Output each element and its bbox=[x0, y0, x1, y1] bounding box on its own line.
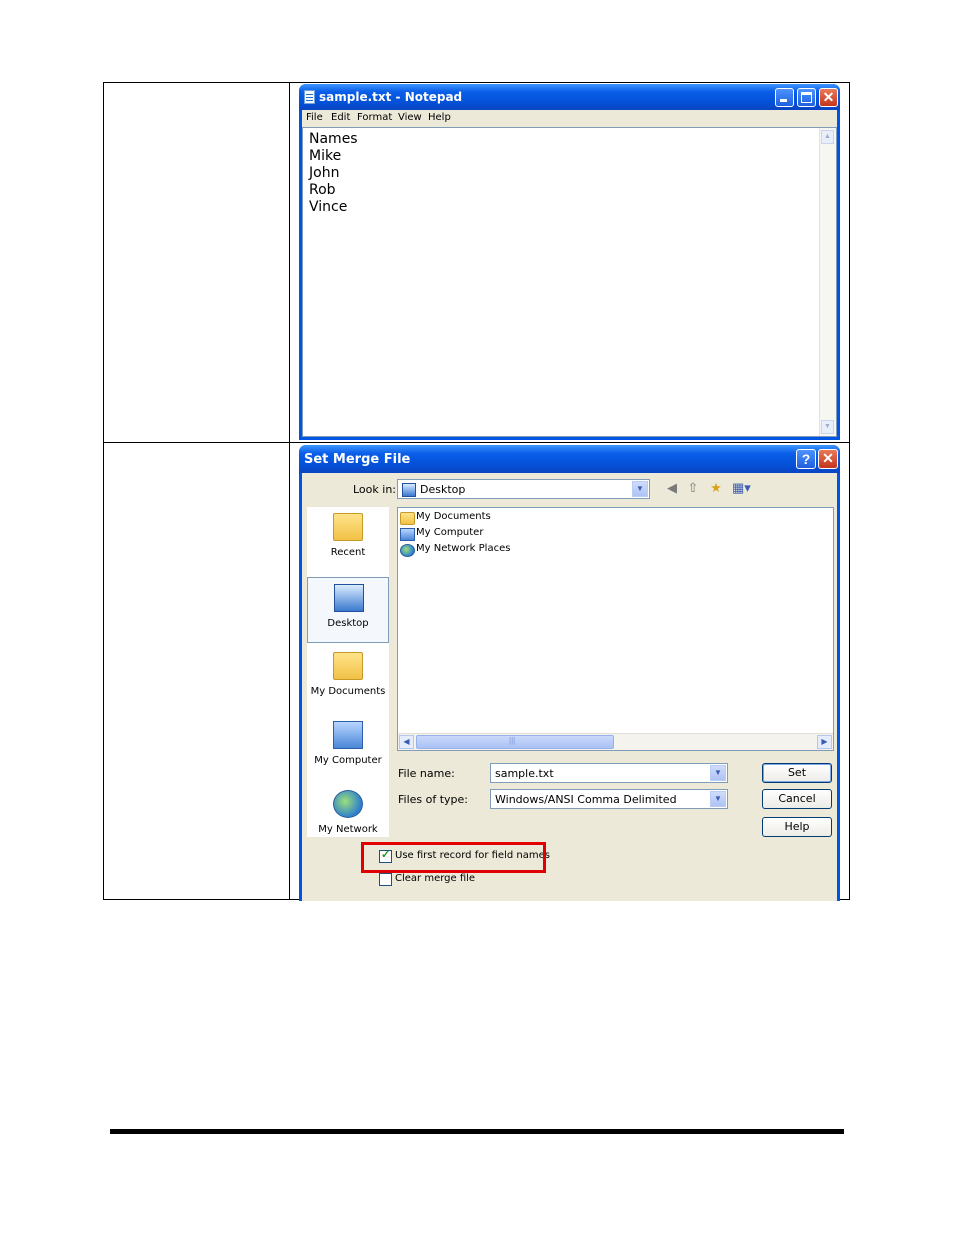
menu-file[interactable]: File bbox=[306, 112, 323, 123]
place-my-computer[interactable]: My Computer bbox=[307, 715, 389, 781]
files-of-type-dropdown[interactable]: Windows/ANSI Comma Delimited ▼ bbox=[490, 789, 728, 809]
notepad-titlebar[interactable]: sample.txt - Notepad ✕ bbox=[299, 84, 840, 110]
maximize-icon bbox=[801, 92, 812, 103]
place-label: My Computer bbox=[314, 755, 382, 766]
menu-format[interactable]: Format bbox=[357, 112, 392, 123]
new-folder-icon[interactable]: ★ bbox=[707, 479, 725, 497]
menu-help[interactable]: Help bbox=[428, 112, 451, 123]
table-column-divider bbox=[289, 83, 290, 899]
dialog-close-button[interactable]: ✕ bbox=[818, 449, 838, 469]
set-merge-file-dialog: Set Merge File ? ✕ Look in: Desktop ▼ ◀ … bbox=[299, 445, 840, 901]
file-name-label: File name: bbox=[398, 767, 455, 780]
help-caption-button[interactable]: ? bbox=[796, 449, 816, 469]
maximize-button[interactable] bbox=[797, 88, 816, 107]
text-line: Vince bbox=[309, 199, 348, 215]
computer-icon bbox=[400, 528, 415, 541]
close-icon: ✕ bbox=[822, 450, 834, 466]
clear-merge-file-checkbox[interactable] bbox=[379, 873, 392, 886]
desktop-icon bbox=[334, 584, 364, 612]
vertical-scrollbar[interactable]: ▲ ▼ bbox=[819, 128, 836, 436]
look-in-value: Desktop bbox=[420, 483, 466, 496]
chevron-down-icon[interactable]: ▼ bbox=[710, 791, 726, 807]
scroll-left-icon[interactable]: ◀ bbox=[399, 735, 414, 749]
place-label: Desktop bbox=[327, 618, 369, 629]
notepad-window: sample.txt - Notepad ✕ File Edit Format … bbox=[299, 84, 840, 440]
notepad-text-area[interactable]: Names Mike John Rob Vince ▲ ▼ bbox=[302, 127, 837, 437]
place-recent[interactable]: Recent bbox=[307, 507, 389, 573]
menu-edit[interactable]: Edit bbox=[331, 112, 350, 123]
close-icon: ✕ bbox=[822, 89, 835, 105]
place-my-network[interactable]: My Network bbox=[307, 784, 389, 850]
file-name: My Network Places bbox=[416, 543, 511, 554]
file-name-input[interactable]: sample.txt ▼ bbox=[490, 763, 728, 783]
question-icon: ? bbox=[801, 451, 811, 467]
file-name: My Documents bbox=[416, 511, 491, 522]
notepad-icon bbox=[304, 90, 315, 104]
network-icon bbox=[400, 544, 415, 557]
place-label: Recent bbox=[330, 547, 366, 558]
places-bar: Recent Desktop My Documents My Computer … bbox=[307, 507, 389, 837]
notepad-text: Names Mike John Rob Vince bbox=[309, 131, 358, 216]
text-line: Names bbox=[309, 131, 358, 147]
file-list[interactable]: My Documents My Computer My Network Plac… bbox=[397, 507, 834, 751]
view-menu-icon[interactable]: ▦▾ bbox=[732, 479, 751, 497]
my-computer-icon bbox=[333, 721, 363, 749]
horizontal-scrollbar[interactable]: ◀ ▶ bbox=[398, 733, 833, 750]
text-line: John bbox=[309, 165, 340, 181]
my-network-icon bbox=[333, 790, 363, 818]
notepad-title: sample.txt - Notepad bbox=[319, 90, 463, 104]
close-button[interactable]: ✕ bbox=[819, 88, 838, 107]
highlight-box bbox=[361, 842, 546, 873]
minimize-button[interactable] bbox=[775, 88, 794, 107]
recent-icon bbox=[333, 513, 363, 541]
scroll-up-icon[interactable]: ▲ bbox=[821, 130, 834, 144]
clear-merge-file-label[interactable]: Clear merge file bbox=[395, 873, 475, 884]
up-folder-icon[interactable]: ⇧ bbox=[684, 479, 702, 497]
files-of-type-value: Windows/ANSI Comma Delimited bbox=[495, 793, 677, 806]
dialog-titlebar[interactable]: Set Merge File ? ✕ bbox=[299, 445, 840, 473]
notepad-menubar: File Edit Format View Help bbox=[302, 110, 837, 127]
text-line: Rob bbox=[309, 182, 336, 198]
footer-rule bbox=[110, 1129, 844, 1134]
look-in-dropdown[interactable]: Desktop ▼ bbox=[397, 479, 650, 499]
place-label: My Documents bbox=[310, 686, 386, 697]
look-in-label: Look in: bbox=[353, 483, 396, 496]
cancel-button[interactable]: Cancel bbox=[762, 789, 832, 809]
files-of-type-label: Files of type: bbox=[398, 793, 469, 806]
file-name: My Computer bbox=[416, 527, 484, 538]
dialog-body: Look in: Desktop ▼ ◀ ⇧ ★ ▦▾ Recent Deskt… bbox=[302, 473, 837, 901]
scroll-down-icon[interactable]: ▼ bbox=[821, 420, 834, 434]
chevron-down-icon[interactable]: ▼ bbox=[632, 481, 648, 497]
file-name-value: sample.txt bbox=[495, 767, 554, 780]
my-documents-icon bbox=[333, 652, 363, 680]
place-label: My Network bbox=[318, 824, 378, 835]
place-my-documents[interactable]: My Documents bbox=[307, 646, 389, 712]
folder-icon bbox=[400, 512, 415, 525]
dialog-title: Set Merge File bbox=[304, 452, 411, 467]
text-line: Mike bbox=[309, 148, 342, 164]
place-desktop[interactable]: Desktop bbox=[307, 577, 389, 643]
help-button[interactable]: Help bbox=[762, 817, 832, 837]
minimize-icon bbox=[780, 99, 787, 102]
table-row-divider bbox=[104, 442, 849, 443]
scroll-thumb[interactable] bbox=[416, 735, 614, 749]
scroll-right-icon[interactable]: ▶ bbox=[817, 735, 832, 749]
back-icon[interactable]: ◀ bbox=[663, 479, 681, 497]
chevron-down-icon[interactable]: ▼ bbox=[710, 765, 726, 781]
desktop-icon bbox=[402, 483, 416, 497]
menu-view[interactable]: View bbox=[398, 112, 422, 123]
set-button[interactable]: Set bbox=[762, 763, 832, 783]
